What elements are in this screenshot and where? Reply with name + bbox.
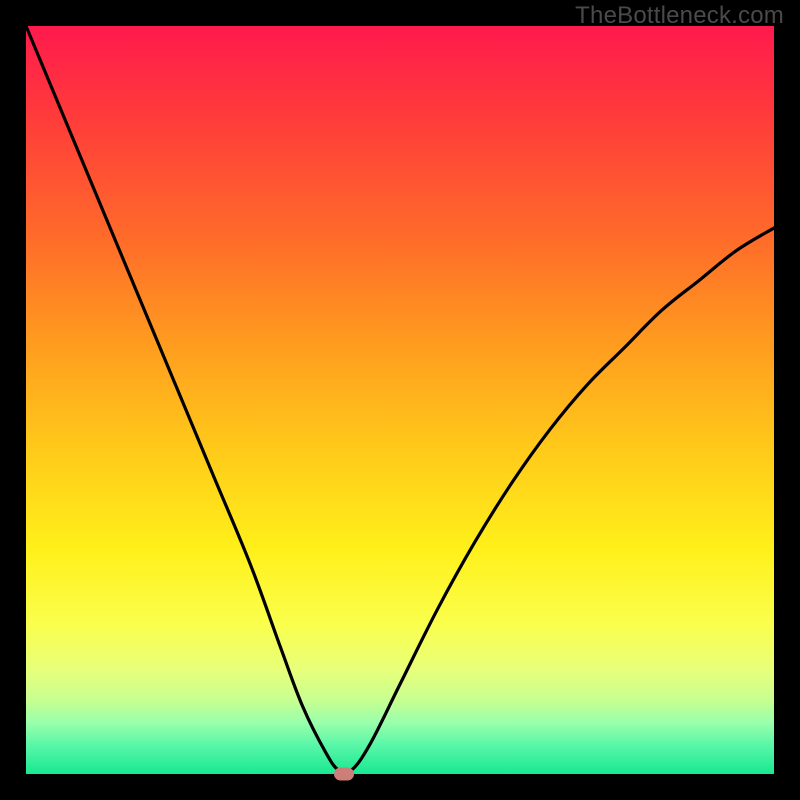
chart-frame: TheBottleneck.com [0, 0, 800, 800]
bottleneck-curve [26, 26, 774, 774]
optimum-marker [334, 768, 354, 781]
plot-area [26, 26, 774, 774]
